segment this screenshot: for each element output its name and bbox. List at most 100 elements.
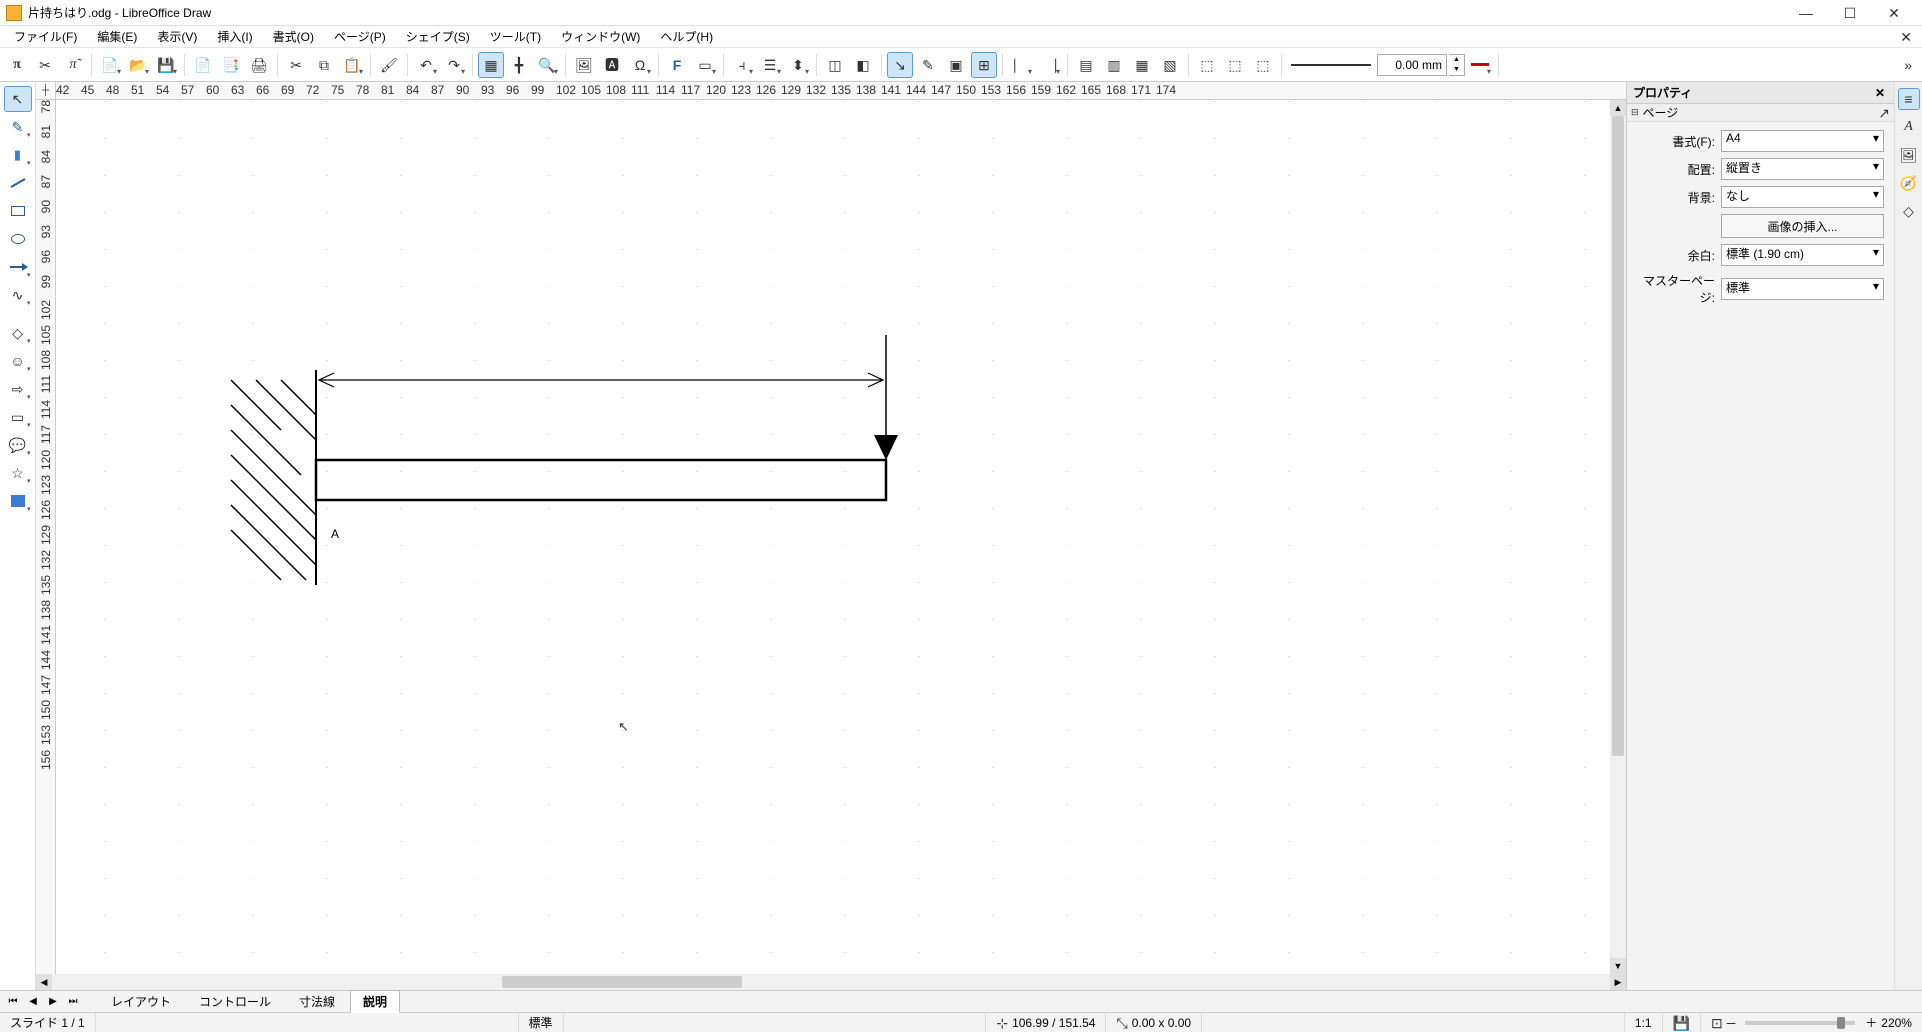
margin-select[interactable]: 標準 (1.90 cm)▾ [1721, 244, 1884, 266]
fill-color-tool[interactable]: ▮ [4, 142, 32, 168]
bring-forward-button[interactable]: ▥ [1101, 52, 1127, 78]
section-more-icon[interactable]: ↗ [1878, 106, 1890, 120]
print-button[interactable]: 🖨 [246, 52, 272, 78]
snap-to-grid-button[interactable]: ⊞ [971, 52, 997, 78]
sidepanel-close-icon[interactable]: ✕ [1872, 86, 1888, 100]
align-center-button[interactable]: ⎹ [1036, 52, 1062, 78]
ellipse-tool[interactable] [4, 226, 32, 252]
minimize-button[interactable]: — [1784, 1, 1828, 25]
sidebar-tab-shapes[interactable]: ◇ [1898, 200, 1920, 222]
arrange-button[interactable]: ☰ [757, 52, 783, 78]
menu-tools[interactable]: ツール(T) [480, 26, 551, 47]
sidebar-tab-gallery[interactable]: 🖼 [1898, 144, 1920, 166]
zoom-value[interactable]: 220% [1881, 1016, 1912, 1030]
page-tab-dimension[interactable]: 寸法線 [286, 990, 348, 1013]
insert-image-button-panel[interactable]: 画像の挿入... [1721, 214, 1884, 238]
select-tool[interactable]: ↖ [4, 86, 32, 112]
toolbar-overflow-icon[interactable]: » [1898, 58, 1918, 72]
format-select[interactable]: A4▾ [1721, 130, 1884, 152]
redo-button[interactable]: ↷ [441, 52, 467, 78]
print-preview-button[interactable]: 📑 [218, 52, 244, 78]
bring-front-button[interactable]: ▤ [1073, 52, 1099, 78]
line-color-tool[interactable]: ✎ [4, 114, 32, 140]
open-button[interactable]: 📂 [125, 52, 151, 78]
hyperlink-button[interactable]: ▭ [692, 52, 718, 78]
cut-button[interactable]: ✂ [283, 52, 309, 78]
menu-format[interactable]: 書式(O) [263, 26, 324, 47]
menu-insert[interactable]: 挿入(I) [207, 26, 262, 47]
shadow-button[interactable]: ◫ [822, 52, 848, 78]
menu-file[interactable]: ファイル(F) [4, 26, 87, 47]
line-tool[interactable] [4, 170, 32, 196]
insert-textbox-button[interactable]: 🅰 [599, 52, 625, 78]
grid-button[interactable]: ▦ [478, 52, 504, 78]
menu-page[interactable]: ページ(P) [324, 26, 396, 47]
close-doc-icon[interactable]: ✕ [1900, 30, 1918, 44]
zoom-slider[interactable] [1745, 1021, 1855, 1025]
page-tab-layout[interactable]: レイアウト [98, 990, 184, 1013]
vertical-scrollbar[interactable]: ▲ ▼ [1610, 100, 1626, 974]
tab-nav-first[interactable]: ⏮ [4, 993, 22, 1011]
background-select[interactable]: なし▾ [1721, 186, 1884, 208]
align-left-button[interactable]: ⎸ [1008, 52, 1034, 78]
align-objects-button[interactable]: ⫞ [729, 52, 755, 78]
crop-button[interactable]: ◧ [850, 52, 876, 78]
toggle-extrusion-button[interactable]: ▣ [943, 52, 969, 78]
zoom-controls[interactable]: ⊡ ─ ＋ 220% [1701, 1013, 1922, 1032]
menu-window[interactable]: ウィンドウ(W) [551, 26, 650, 47]
master-page-select[interactable]: 標準▾ [1721, 278, 1884, 300]
menu-shape[interactable]: シェイプ(S) [396, 26, 480, 47]
cut-symbol-icon[interactable]: ✂ [32, 52, 58, 78]
zoom-button[interactable]: 🔍 [534, 52, 560, 78]
callout-tool[interactable]: 💬 [4, 432, 32, 458]
horizontal-scrollbar[interactable]: ◀ ▶ [36, 974, 1626, 990]
tab-nav-prev[interactable]: ◀ [24, 993, 42, 1011]
arrow-tool[interactable] [4, 254, 32, 280]
formula-pi-var-icon[interactable]: π̃ [60, 52, 86, 78]
snap-guides-button[interactable]: ╋ [506, 52, 532, 78]
symbol-shapes-tool[interactable]: ☺ [4, 348, 32, 374]
page-tab-description[interactable]: 説明 [350, 990, 400, 1013]
ruler-corner[interactable]: ┼ [36, 82, 56, 100]
menu-edit[interactable]: 編集(E) [87, 26, 147, 47]
maximize-button[interactable]: ☐ [1828, 1, 1872, 25]
vertical-ruler[interactable]: 7881848790939699102105108111114117120123… [36, 100, 56, 974]
new-button[interactable]: 📄 [97, 52, 123, 78]
distribute-button[interactable]: ⬍ [785, 52, 811, 78]
block-arrows-tool[interactable]: ⇨ [4, 376, 32, 402]
tab-nav-next[interactable]: ▶ [44, 993, 62, 1011]
status-save-icon[interactable]: 💾 [1663, 1013, 1701, 1032]
send-backward-button[interactable]: ▦ [1129, 52, 1155, 78]
save-button[interactable]: 💾 [153, 52, 179, 78]
paste-button[interactable]: 📋 [339, 52, 365, 78]
line-width-spinner[interactable]: ▲▼ [1449, 54, 1465, 76]
glue-points-button[interactable]: ✎ [915, 52, 941, 78]
orientation-select[interactable]: 縦置き▾ [1721, 158, 1884, 180]
insert-special-char-button[interactable]: Ω [627, 52, 653, 78]
menu-view[interactable]: 表示(V) [147, 26, 207, 47]
page-tab-control[interactable]: コントロール [186, 990, 284, 1013]
sidebar-tab-navigator[interactable]: 🧭 [1898, 172, 1920, 194]
sidebar-tab-properties[interactable]: ≡ [1898, 88, 1920, 110]
ungroup-button[interactable]: ⬚ [1222, 52, 1248, 78]
flowchart-tool[interactable]: ▭ [4, 404, 32, 430]
line-color-button[interactable] [1467, 52, 1493, 78]
status-scale[interactable]: 1:1 [1625, 1013, 1663, 1032]
line-width-input[interactable] [1377, 54, 1447, 76]
sidebar-tab-styles[interactable]: A [1898, 116, 1920, 138]
sidepanel-section-header[interactable]: ⊟ ページ ↗ [1627, 104, 1894, 122]
send-back-button[interactable]: ▧ [1157, 52, 1183, 78]
toggle-point-edit-button[interactable]: ↘ [887, 52, 913, 78]
3d-objects-tool[interactable] [4, 488, 32, 514]
status-style[interactable]: 標準 [519, 1013, 564, 1032]
fontwork-button[interactable]: F [664, 52, 690, 78]
clone-format-button[interactable]: 🖌 [376, 52, 402, 78]
stars-tool[interactable]: ☆ [4, 460, 32, 486]
export-pdf-button[interactable]: 📄 [190, 52, 216, 78]
formula-pi-icon[interactable]: π [4, 52, 30, 78]
copy-button[interactable]: ⧉ [311, 52, 337, 78]
group-button[interactable]: ⬚ [1194, 52, 1220, 78]
undo-button[interactable]: ↶ [413, 52, 439, 78]
line-style-preview[interactable] [1291, 64, 1371, 66]
combine-button[interactable]: ⬚ [1250, 52, 1276, 78]
